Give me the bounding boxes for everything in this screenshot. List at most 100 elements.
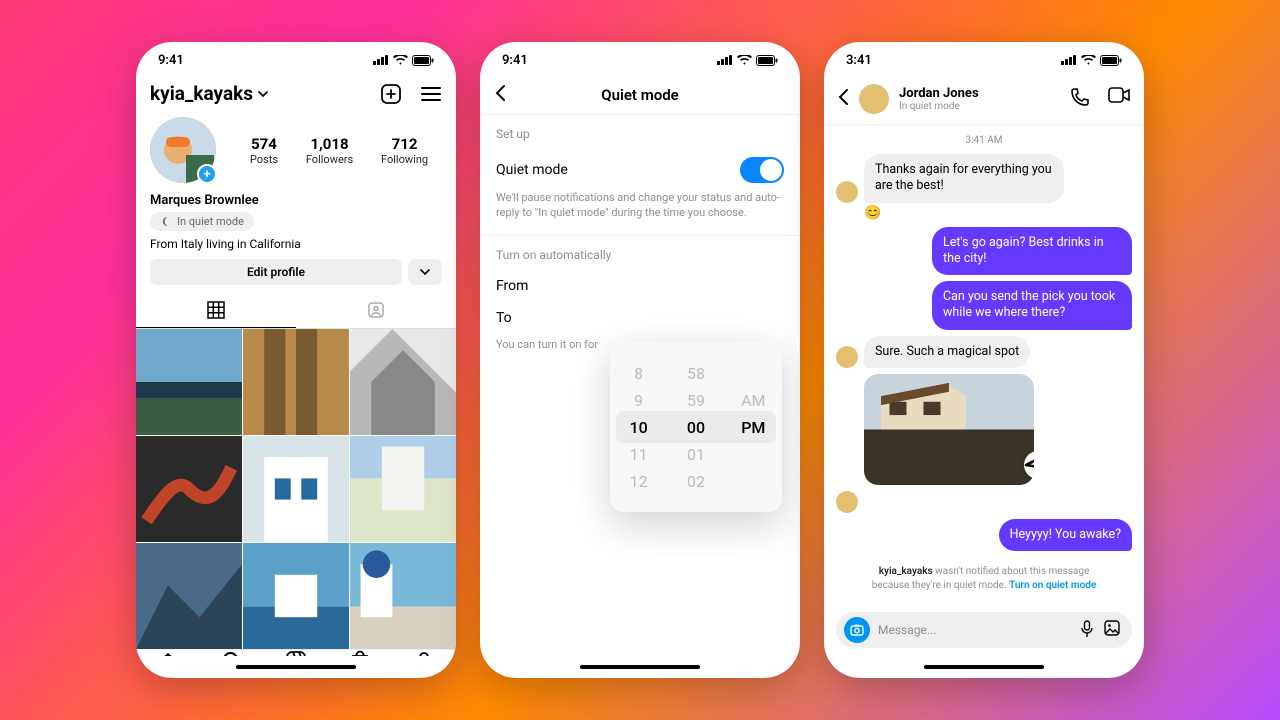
- home-indicator[interactable]: [136, 656, 456, 678]
- image-icon: [1104, 620, 1120, 636]
- username-text: kyia_kayaks: [150, 82, 253, 105]
- post-thumb[interactable]: [243, 436, 349, 542]
- hour-wheel[interactable]: 8 9 10 11 12: [610, 342, 667, 512]
- from-row[interactable]: From: [480, 270, 800, 302]
- discover-people-button[interactable]: [408, 259, 442, 285]
- post-thumb[interactable]: [350, 329, 456, 435]
- post-thumb[interactable]: [136, 543, 242, 649]
- settings-header: Quiet mode: [480, 78, 800, 115]
- username-dropdown[interactable]: kyia_kayaks: [150, 82, 269, 105]
- new-post-button[interactable]: [380, 83, 402, 105]
- camera-icon: [850, 624, 864, 636]
- bio-text: From Italy living in California: [136, 235, 456, 259]
- status-icons: [373, 55, 434, 66]
- tagged-icon: [367, 301, 385, 319]
- wifi-icon: [1081, 55, 1096, 65]
- post-thumb[interactable]: [136, 329, 242, 435]
- status-time: 3:41: [846, 53, 872, 68]
- signal-icon: [1061, 55, 1077, 65]
- dm-thread: 3:41 AM Thanks again for everything you …: [824, 125, 1144, 604]
- signal-icon: [717, 55, 733, 65]
- minute-wheel[interactable]: 58 59 00 01 02: [667, 342, 724, 512]
- back-button[interactable]: [494, 84, 506, 106]
- wifi-icon: [393, 55, 408, 65]
- battery-icon: [756, 55, 778, 66]
- status-bar: 3:41: [824, 42, 1144, 78]
- home-indicator[interactable]: [824, 656, 1144, 678]
- signal-icon: [373, 55, 389, 65]
- quiet-mode-notice: kyia_kayaks wasn't notified about this m…: [836, 557, 1132, 598]
- phone-dm: 3:41 Jordan Jones In quiet mode 3:41 AM …: [824, 42, 1144, 678]
- quiet-mode-toggle[interactable]: [740, 157, 784, 183]
- status-time: 9:41: [502, 53, 528, 68]
- time-picker[interactable]: 8 9 10 11 12 58 59 00 01 02 AM PM .: [610, 342, 782, 512]
- contact-avatar[interactable]: [859, 84, 889, 114]
- status-bar: 9:41: [136, 42, 456, 78]
- video-call-button[interactable]: [1108, 87, 1130, 111]
- home-indicator[interactable]: [480, 656, 800, 678]
- status-icons: [1061, 55, 1122, 66]
- message-outgoing[interactable]: Can you send the pick you took while we …: [836, 281, 1132, 330]
- chevron-left-icon: [838, 88, 849, 106]
- gallery-button[interactable]: [1104, 620, 1120, 641]
- moon-icon: [160, 216, 171, 227]
- message-input[interactable]: Message...: [836, 612, 1132, 648]
- posts-stat[interactable]: 574Posts: [250, 135, 278, 166]
- edit-profile-button[interactable]: Edit profile: [150, 259, 402, 285]
- post-thumb[interactable]: [243, 543, 349, 649]
- reaction[interactable]: 😊: [864, 205, 1132, 221]
- profile-tabs: [136, 293, 456, 329]
- quiet-mode-label: Quiet mode: [496, 162, 568, 178]
- status-bar: 9:41: [480, 42, 800, 78]
- voice-button[interactable]: [1080, 620, 1094, 641]
- page-title: Quiet mode: [601, 86, 678, 104]
- message-outgoing[interactable]: Heyyyy! You awake?: [836, 519, 1132, 551]
- post-thumb[interactable]: [350, 436, 456, 542]
- grid-tab[interactable]: [136, 293, 296, 328]
- menu-button[interactable]: [420, 83, 442, 105]
- post-grid: [136, 329, 456, 649]
- followers-stat[interactable]: 1,018Followers: [306, 135, 353, 166]
- post-thumb[interactable]: [136, 436, 242, 542]
- status-icons: [717, 55, 778, 66]
- message-incoming[interactable]: Sure. Such a magical spot: [836, 336, 1132, 368]
- following-stat[interactable]: 712Following: [381, 135, 428, 166]
- message-composer: Message...: [824, 604, 1144, 656]
- status-time: 9:41: [158, 53, 184, 68]
- quiet-mode-description: We'll pause notifications and change you…: [480, 191, 800, 236]
- back-button[interactable]: [838, 88, 849, 110]
- image-message[interactable]: [864, 374, 1034, 485]
- wifi-icon: [737, 55, 752, 65]
- battery-icon: [412, 55, 434, 66]
- profile-avatar[interactable]: +: [150, 117, 216, 183]
- tagged-tab[interactable]: [296, 293, 456, 328]
- quiet-mode-toggle-row: Quiet mode: [480, 149, 800, 191]
- profile-header: kyia_kayaks: [136, 78, 456, 113]
- to-row[interactable]: To: [480, 302, 800, 334]
- sender-avatar: [836, 491, 858, 513]
- seen-avatar-row: [836, 491, 1132, 513]
- post-thumb[interactable]: [243, 329, 349, 435]
- ampm-wheel[interactable]: AM PM .: [725, 342, 782, 512]
- thread-timestamp: 3:41 AM: [836, 131, 1132, 154]
- quiet-mode-badge: In quiet mode: [150, 212, 254, 231]
- chevron-down-icon: [257, 88, 269, 100]
- chevron-left-icon: [494, 84, 506, 102]
- video-icon: [1108, 87, 1130, 103]
- turn-on-quiet-link[interactable]: Turn on quiet mode: [1009, 580, 1096, 591]
- contact-info[interactable]: Jordan Jones In quiet mode: [899, 86, 979, 112]
- message-incoming[interactable]: Thanks again for everything you are the …: [836, 154, 1132, 203]
- dm-header: Jordan Jones In quiet mode: [824, 78, 1144, 125]
- send-icon: [1024, 451, 1034, 479]
- post-thumb[interactable]: [350, 543, 456, 649]
- message-outgoing[interactable]: Let's go again? Best drinks in the city!: [836, 227, 1132, 276]
- chevron-down-icon: [418, 265, 432, 279]
- add-story-button[interactable]: +: [197, 164, 217, 184]
- display-name: Marques Brownlee: [136, 187, 456, 208]
- camera-button[interactable]: [844, 617, 870, 643]
- section-setup: Set up: [480, 115, 800, 149]
- contact-status: In quiet mode: [899, 101, 979, 112]
- share-button[interactable]: [1024, 451, 1034, 479]
- phone-icon: [1070, 87, 1090, 107]
- audio-call-button[interactable]: [1070, 87, 1090, 111]
